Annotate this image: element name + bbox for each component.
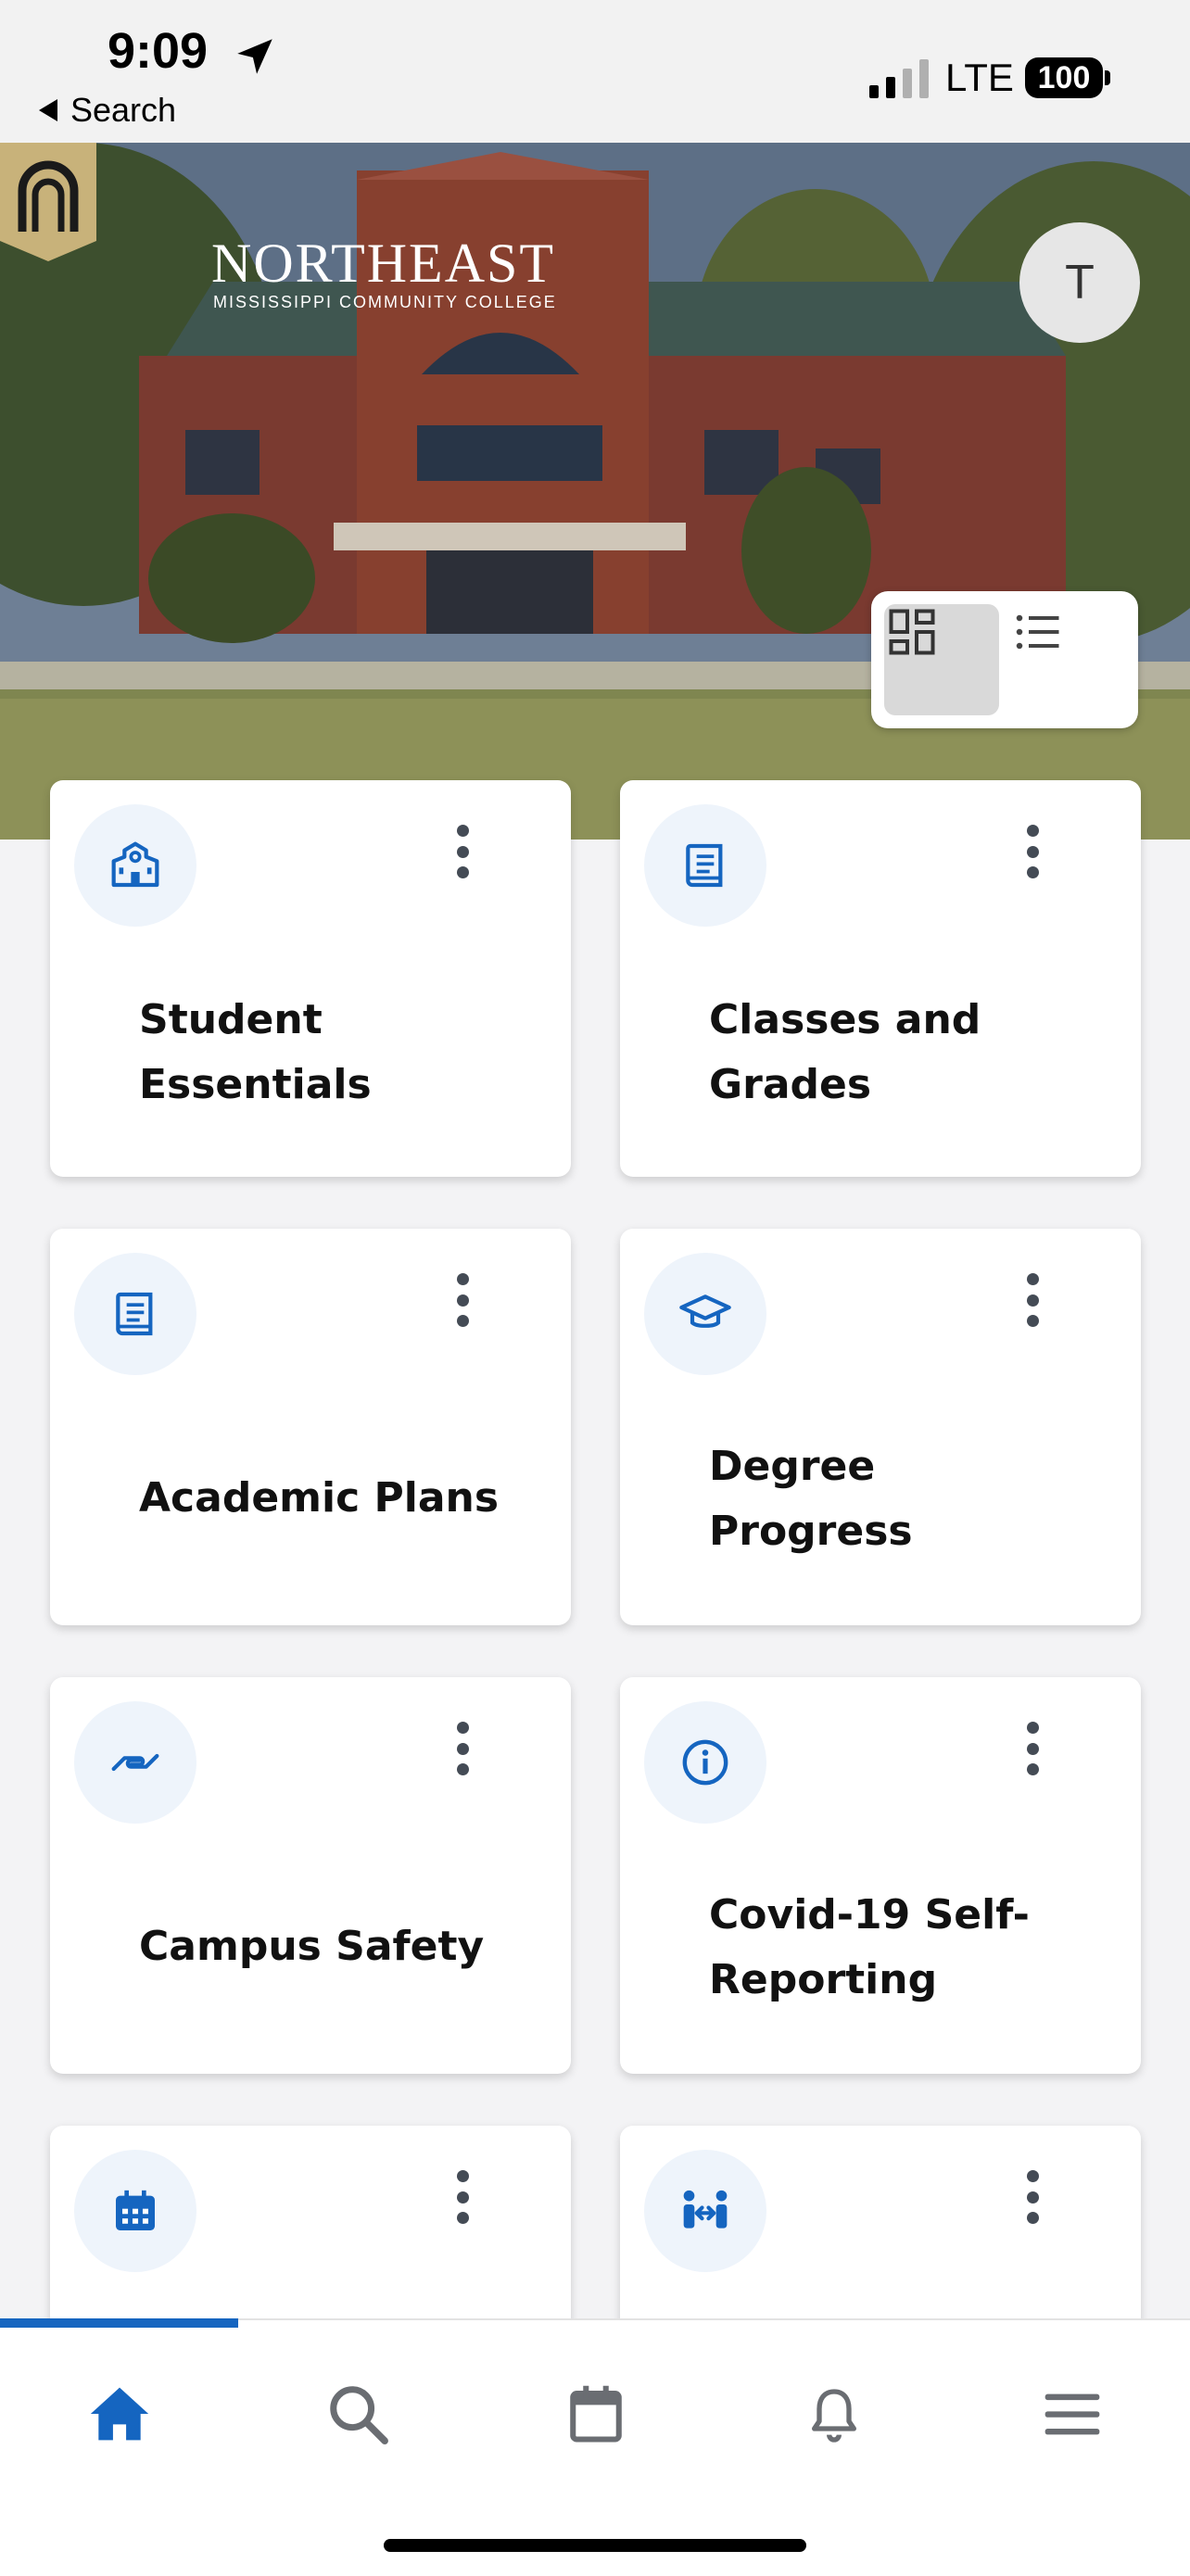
network-label: LTE — [945, 56, 1014, 99]
graduation-cap-icon — [679, 1294, 731, 1328]
card-degree-progress[interactable]: Degree Progress — [620, 1229, 1141, 1625]
nav-calendar[interactable] — [476, 2363, 715, 2465]
active-tab-indicator — [0, 2318, 238, 2328]
book-icon — [116, 1292, 153, 1336]
helping-hand-icon — [111, 1753, 159, 1772]
card-more-options-button[interactable] — [439, 1268, 486, 1332]
people-exchange-icon — [683, 2190, 728, 2229]
college-name: NORTHEAST — [211, 233, 556, 294]
card-covid-19-self-reporting[interactable]: Covid-19 Self- Reporting — [620, 1677, 1141, 2074]
campus-building-illustration — [0, 143, 1190, 840]
back-to-search-link[interactable]: Search — [39, 91, 176, 130]
card-icon-container — [74, 1253, 196, 1375]
card-more-options-button[interactable] — [1009, 2165, 1056, 2229]
school-building-icon — [111, 841, 159, 888]
card-icon-container — [74, 1701, 196, 1824]
card-icon-container — [74, 804, 196, 927]
status-time: 9:09 — [108, 23, 209, 79]
info-icon — [682, 1739, 728, 1786]
back-label: Search — [70, 91, 177, 129]
status-bar: 9:09 Search LTE 100 — [0, 0, 1190, 143]
college-logo-icon — [0, 143, 96, 261]
card-title: Classes and Grades — [709, 996, 981, 1108]
card-classes-and-grades[interactable]: Classes and Grades — [620, 780, 1141, 1177]
card-student-essentials[interactable]: Student Essentials — [50, 780, 571, 1177]
card-title: Academic Plans — [139, 1474, 500, 1522]
card-icon-container — [644, 2150, 766, 2272]
card-icon-container — [644, 1253, 766, 1375]
campus-hero-image: NORTHEAST MISSISSIPPI COMMUNITY COLLEGE … — [0, 143, 1190, 840]
back-arrow-icon — [39, 99, 57, 121]
location-arrow-icon — [237, 39, 272, 74]
card-more-options-button[interactable] — [1009, 819, 1056, 884]
battery-tip — [1105, 70, 1110, 85]
nav-home[interactable] — [0, 2363, 238, 2465]
bell-icon — [811, 2389, 856, 2443]
college-subtitle: MISSISSIPPI COMMUNITY COLLEGE — [213, 293, 557, 311]
card-more-options-button[interactable] — [439, 1716, 486, 1781]
view-toggle — [871, 591, 1138, 728]
card-icon-container — [74, 2150, 196, 2272]
nav-search[interactable] — [238, 2363, 476, 2465]
card-title: Student Essentials — [139, 996, 372, 1108]
list-view-icon — [1016, 614, 1059, 650]
card-title: Covid-19 Self- Reporting — [709, 1891, 1030, 2003]
card-icon-container — [644, 804, 766, 927]
bottom-navigation — [0, 2318, 1190, 2576]
card-more-options-button[interactable] — [439, 819, 486, 884]
search-icon — [329, 2386, 388, 2444]
card-more-options-button[interactable] — [1009, 1268, 1056, 1332]
card-academic-plans[interactable]: Academic Plans — [50, 1229, 571, 1625]
card-more-options-button[interactable] — [439, 2165, 486, 2229]
battery-icon: 100 — [1025, 57, 1103, 98]
menu-icon — [1044, 2393, 1099, 2435]
list-view-button[interactable] — [1010, 604, 1125, 715]
nav-menu[interactable] — [953, 2363, 1190, 2465]
home-icon — [90, 2387, 148, 2441]
card-more-options-button[interactable] — [1009, 1716, 1056, 1781]
card-title: Degree Progress — [709, 1443, 913, 1555]
calendar-icon — [116, 2190, 155, 2230]
book-icon — [686, 843, 723, 888]
calendar-icon — [569, 2385, 622, 2443]
home-indicator — [384, 2539, 806, 2552]
card-title: Campus Safety — [139, 1923, 485, 1970]
card-icon-container — [644, 1701, 766, 1824]
grid-view-button[interactable] — [884, 604, 999, 715]
card-campus-safety[interactable]: Campus Safety — [50, 1677, 571, 2074]
signal-strength-icon — [869, 59, 929, 98]
grid-view-icon — [889, 609, 935, 655]
profile-avatar-button[interactable]: T — [1019, 222, 1140, 343]
nav-notifications[interactable] — [715, 2363, 953, 2465]
